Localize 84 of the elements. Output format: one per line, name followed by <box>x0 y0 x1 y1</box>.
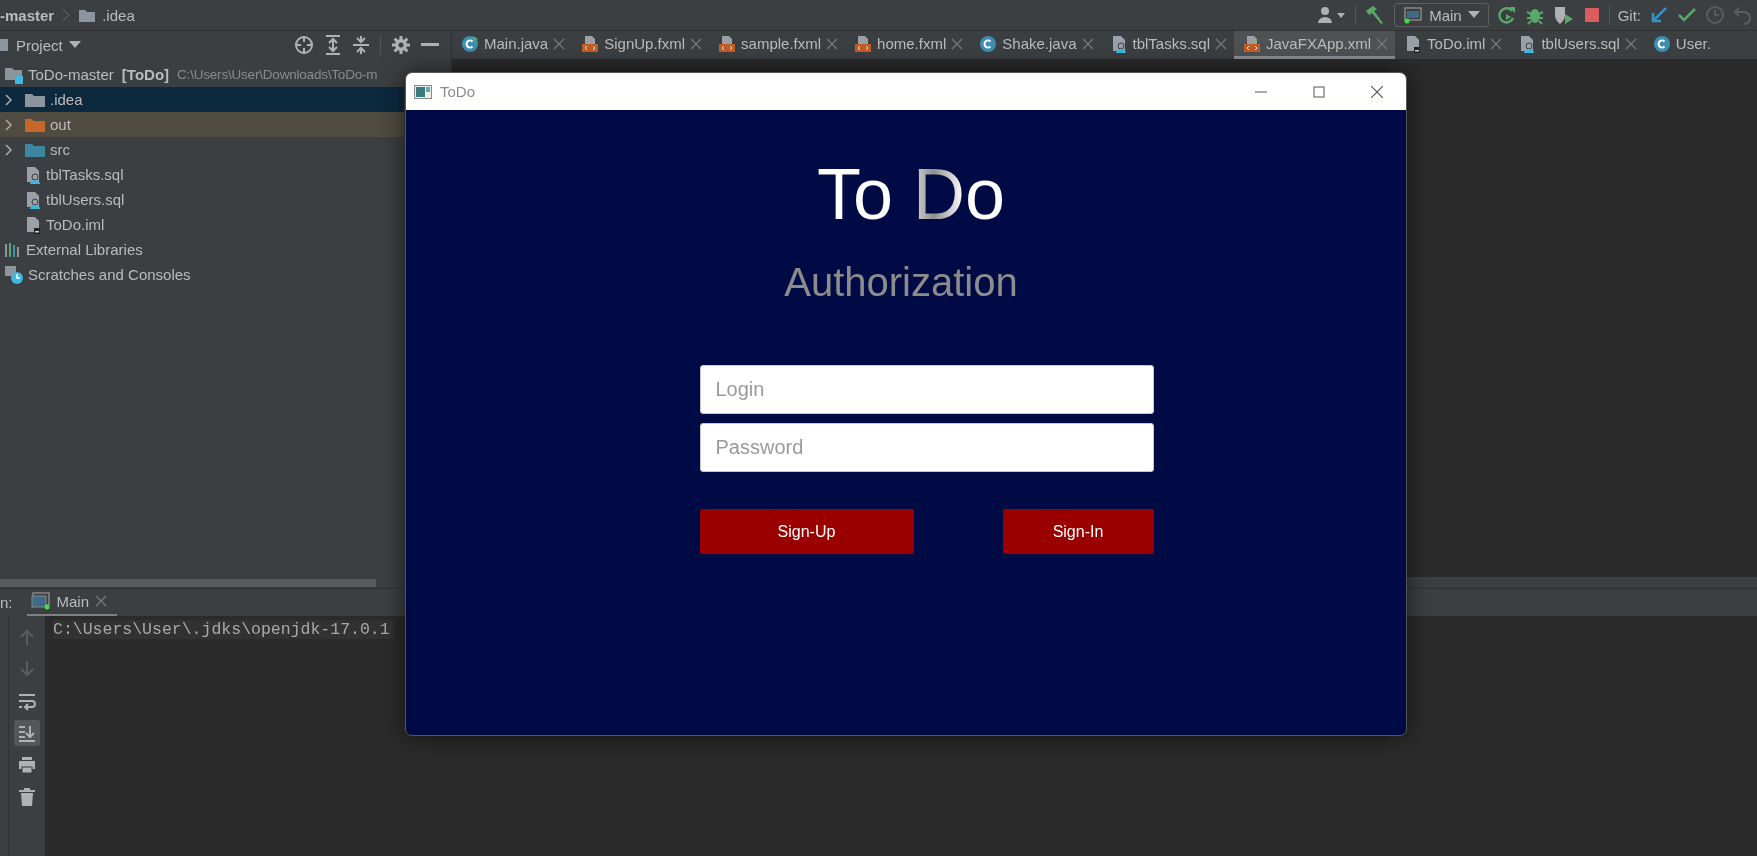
panel-icon <box>0 37 10 53</box>
editor-tab[interactable]: tblUsers.sql <box>1509 31 1644 59</box>
module-folder-icon <box>4 65 24 84</box>
editor-tab[interactable]: Shake.java <box>970 31 1101 59</box>
window-icon <box>1403 6 1424 24</box>
scratches-icon <box>4 264 24 285</box>
editor-tab[interactable]: sample.fxml <box>709 31 846 59</box>
caret-icon <box>68 41 81 49</box>
close-icon[interactable] <box>1371 85 1383 98</box>
item-label: .idea <box>50 91 83 108</box>
chevron-right-icon[interactable] <box>4 143 14 156</box>
module-name: [ToDo] <box>121 66 170 83</box>
shield-icon[interactable] <box>1552 5 1575 25</box>
tree-item[interactable]: out <box>0 112 404 137</box>
tree-item[interactable]: ToDo-master [ToDo] C:\Users\User\Downloads\ToDo-m <box>0 62 404 87</box>
git-label: Git: <box>1617 6 1641 24</box>
editor-tab[interactable]: ToDo.iml <box>1395 31 1510 59</box>
editor-tab[interactable]: tblTasks.sql <box>1100 31 1235 59</box>
folder-icon <box>78 7 97 23</box>
editor-tab[interactable]: home.fxml <box>845 31 971 59</box>
minimize-icon[interactable] <box>421 43 439 47</box>
collapse-all-icon[interactable] <box>352 35 370 55</box>
chevron-icon <box>62 8 71 22</box>
tree-item[interactable]: Scratches and Consoles <box>0 262 404 287</box>
item-label: Scratches and Consoles <box>28 266 191 283</box>
editor-tab[interactable]: User. <box>1643 31 1718 59</box>
trash-icon[interactable] <box>18 787 36 807</box>
editor-tab[interactable]: Main.java <box>452 31 573 59</box>
soft-wrap-icon[interactable] <box>18 691 36 711</box>
printer-icon[interactable] <box>18 755 36 775</box>
tree-item[interactable]: External Libraries <box>0 237 404 262</box>
class-file-icon <box>979 34 998 53</box>
class-file-icon <box>1652 34 1671 53</box>
stop-icon[interactable] <box>1582 6 1601 24</box>
expand-all-icon[interactable] <box>324 35 342 55</box>
run-configuration-dropdown[interactable]: Main <box>1394 3 1489 27</box>
breadcrumb-item[interactable]: -master <box>0 6 55 24</box>
database-file-icon <box>24 165 42 184</box>
markup-file-icon <box>1243 34 1262 53</box>
input-field[interactable]: Login <box>699 365 1154 414</box>
tree-item[interactable]: ToDo.iml <box>0 212 404 237</box>
library-icon <box>4 241 22 258</box>
form-subtitle: Authorization <box>784 260 1018 305</box>
project-view-dropdown[interactable]: Project <box>0 36 81 54</box>
arrow-icon[interactable] <box>1649 5 1669 25</box>
markup-file-icon <box>581 34 600 53</box>
tree-item[interactable]: tblUsers.sql <box>0 187 404 212</box>
database-file-icon <box>24 190 42 209</box>
tree-item[interactable]: src <box>0 137 404 162</box>
tree-item[interactable]: .idea <box>0 87 404 112</box>
input-field[interactable]: Password <box>699 423 1154 472</box>
user-icon[interactable] <box>1317 6 1348 24</box>
breadcrumb-item[interactable]: .idea <box>102 6 135 24</box>
module-path: C:\Users\User\Downloads\ToDo-m <box>177 67 378 82</box>
form-button[interactable]: Sign-In <box>1002 509 1154 554</box>
class-file-icon <box>461 34 479 53</box>
markup-file-icon <box>718 34 737 53</box>
item-label: External Libraries <box>26 241 143 258</box>
panel-label: n: <box>0 594 13 611</box>
window-icon <box>30 592 51 610</box>
maximize-icon[interactable] <box>1313 85 1325 98</box>
caret-icon <box>1467 11 1480 19</box>
chevron-right-icon[interactable] <box>4 93 14 106</box>
chevron-right-icon[interactable] <box>4 118 14 131</box>
scrollbar[interactable] <box>0 578 376 587</box>
database-file-icon <box>1518 34 1537 53</box>
item-label: tblTasks.sql <box>46 166 124 183</box>
window-title: ToDo <box>440 83 476 100</box>
tree-item[interactable]: tblTasks.sql <box>0 162 404 187</box>
app-icon <box>414 84 432 99</box>
settings-icon[interactable] <box>391 35 411 55</box>
item-label: tblUsers.sql <box>46 191 125 208</box>
module-file-icon <box>24 215 42 234</box>
editor-tab[interactable]: SignUp.fxml <box>572 31 710 59</box>
target-icon[interactable] <box>294 35 314 55</box>
module-file-icon <box>1404 34 1423 53</box>
rerun-icon[interactable] <box>1496 5 1517 25</box>
editor-tab[interactable]: JavaFXApp.xml <box>1234 31 1396 59</box>
item-label: src <box>50 141 70 158</box>
form-button[interactable]: Sign-Up <box>699 509 914 554</box>
markup-file-icon <box>854 34 873 53</box>
item-label: ToDo.iml <box>46 216 105 233</box>
item-label: ToDo-master <box>28 66 114 83</box>
item-label: out <box>50 116 71 133</box>
